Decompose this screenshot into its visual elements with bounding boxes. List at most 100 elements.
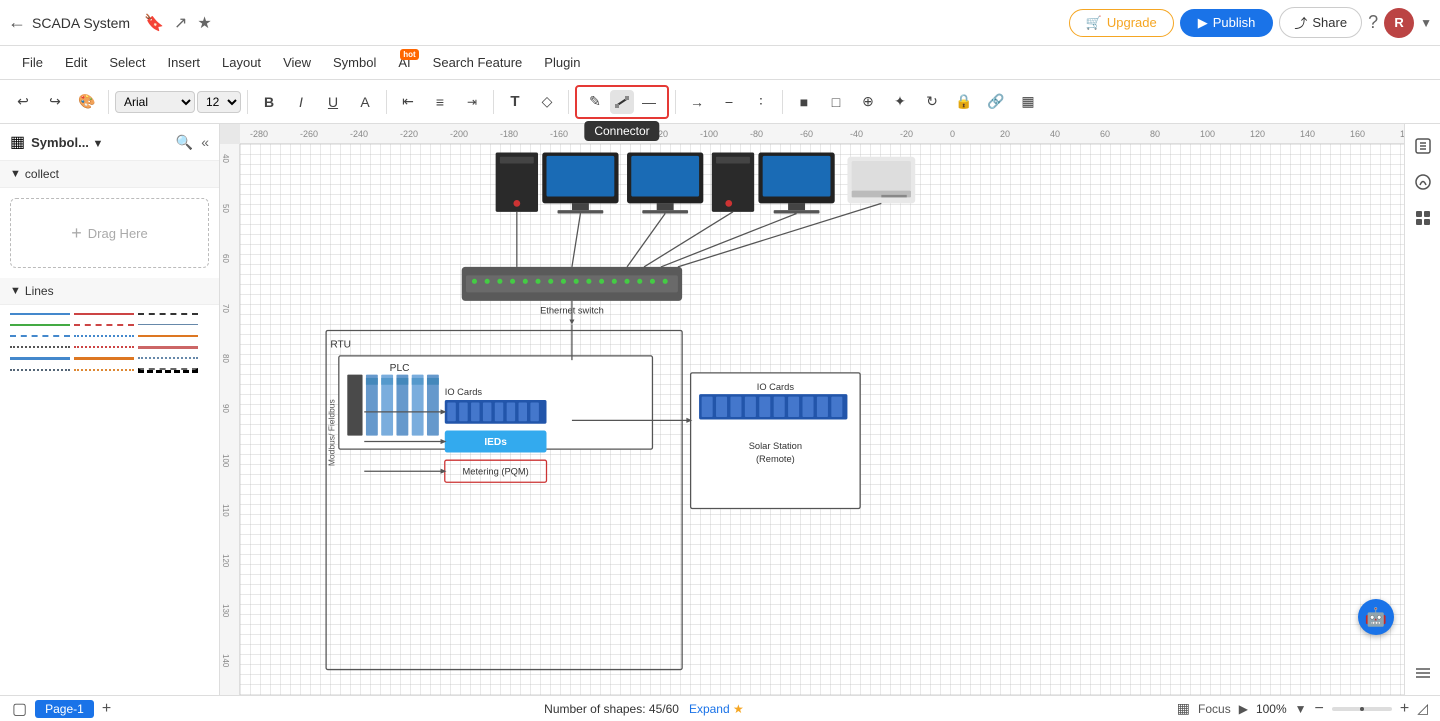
connection-points-button[interactable]: ⊕	[853, 87, 883, 117]
zoom-level[interactable]: 100%	[1256, 702, 1287, 716]
line-solid-orange[interactable]	[138, 335, 198, 338]
table-button[interactable]: ▦	[1013, 87, 1043, 117]
style-button[interactable]	[1409, 168, 1437, 196]
text-button[interactable]: T	[500, 87, 530, 117]
menu-file[interactable]: File	[12, 51, 53, 74]
zoom-dropdown-icon[interactable]: ▼	[1295, 702, 1307, 716]
shape-lib-button[interactable]: ■	[789, 87, 819, 117]
drag-here-area[interactable]: + Drag Here	[10, 198, 209, 268]
font-size-select[interactable]: 12	[197, 91, 241, 113]
fullscreen-button[interactable]: ◿	[1417, 700, 1428, 717]
line-dot-red[interactable]	[74, 346, 134, 349]
back-button[interactable]: ←	[8, 12, 26, 33]
add-page-button[interactable]: +	[102, 700, 111, 718]
line-solid-green[interactable]	[10, 324, 70, 327]
svg-text:RTU: RTU	[330, 339, 351, 350]
panel-search-icon[interactable]: 🔍	[176, 134, 193, 151]
svg-text:Modbus/ Fieldbus: Modbus/ Fieldbus	[327, 399, 337, 466]
help-button[interactable]: ?	[1368, 12, 1378, 33]
focus-button[interactable]: Focus	[1198, 702, 1231, 716]
collect-section-header[interactable]: ▼ collect	[0, 161, 219, 188]
menu-edit[interactable]: Edit	[55, 51, 97, 74]
settings-button[interactable]	[1409, 659, 1437, 687]
menu-search-feature[interactable]: Search Feature	[423, 51, 533, 74]
bookmark-icon[interactable]: 🔖	[144, 13, 164, 33]
menu-select[interactable]: Select	[99, 51, 155, 74]
star-icon[interactable]: ★	[197, 13, 211, 33]
toolbar: ↩ ↪ 🎨 Arial 12 B I U A ⇤ ≡ ⇥ T ◇ ✎ — Con…	[0, 80, 1440, 124]
line-dash-red[interactable]	[74, 324, 134, 327]
line-dot-dark-long[interactable]	[138, 357, 198, 360]
lines-section-header[interactable]: ▼ Lines	[0, 278, 219, 305]
snap-button[interactable]: ✦	[885, 87, 915, 117]
paint-format-button[interactable]: 🎨	[72, 87, 102, 117]
align-center-button[interactable]: ≡	[425, 87, 455, 117]
italic-button[interactable]: I	[286, 87, 316, 117]
redo-button[interactable]: ↪	[40, 87, 70, 117]
layers-icon[interactable]: ▦	[1177, 700, 1190, 717]
line-wave-blue[interactable]	[10, 357, 70, 360]
collect-section-label: collect	[25, 167, 59, 181]
avatar[interactable]: R	[1384, 8, 1414, 38]
line-wave-orange[interactable]	[74, 357, 134, 360]
line-long-dash[interactable]	[138, 368, 198, 373]
font-color-button[interactable]: A	[350, 87, 380, 117]
line-dot-orange[interactable]	[74, 369, 134, 372]
menu-layout[interactable]: Layout	[212, 51, 271, 74]
shape-button[interactable]: ◇	[532, 87, 562, 117]
connector-tooltip-area: ✎ — Connector	[575, 85, 669, 119]
line-wave-red[interactable]	[138, 346, 198, 349]
ai-chat-button[interactable]: 🤖	[1358, 599, 1394, 635]
canvas[interactable]: Ethernet switch RTU	[240, 144, 1404, 695]
line-dot-blue[interactable]	[74, 335, 134, 338]
lines-toggle-icon: ▼	[10, 285, 21, 297]
shape-outline-button[interactable]: □	[821, 87, 851, 117]
share-icon[interactable]: ↗	[174, 13, 187, 33]
arrow-style-button[interactable]: →	[682, 87, 712, 117]
line-dashed-dark[interactable]	[138, 313, 198, 316]
zoom-in-button[interactable]: +	[1400, 700, 1409, 718]
upgrade-button[interactable]: 🛒 Upgrade	[1069, 9, 1174, 37]
page-tab[interactable]: Page-1	[35, 700, 94, 718]
rotate-button[interactable]: ↻	[917, 87, 947, 117]
publish-icon: ▶	[1198, 15, 1208, 31]
share-button[interactable]: ⤴ Share	[1279, 7, 1362, 38]
line-dot-dark2[interactable]	[10, 369, 70, 372]
menu-ai[interactable]: AI hot	[388, 51, 420, 74]
menu-view[interactable]: View	[273, 51, 321, 74]
line-solid-red[interactable]	[74, 313, 134, 316]
line-solid-thin[interactable]	[138, 324, 198, 327]
align-left-button[interactable]: ⇤	[393, 87, 423, 117]
menu-plugin[interactable]: Plugin	[534, 51, 590, 74]
font-family-select[interactable]: Arial	[115, 91, 195, 113]
zoom-out-button[interactable]: −	[1315, 700, 1324, 718]
menu-insert[interactable]: Insert	[158, 51, 211, 74]
publish-button[interactable]: ▶ Publish	[1180, 9, 1274, 37]
underline-button[interactable]: U	[318, 87, 348, 117]
line-solid-blue[interactable]	[10, 313, 70, 316]
link-button[interactable]: 🔗	[981, 87, 1011, 117]
waypoint-button[interactable]: ∶	[746, 87, 776, 117]
dropdown-icon[interactable]: ▼	[1420, 16, 1432, 30]
lock-button[interactable]: 🔒	[949, 87, 979, 117]
panel-collapse-icon[interactable]: «	[201, 134, 209, 151]
panel-header: ▦ Symbol... ▼ 🔍 «	[0, 124, 219, 161]
properties-button[interactable]	[1409, 132, 1437, 160]
expand-button[interactable]: Expand	[689, 702, 730, 716]
pen-tool-button[interactable]: ✎	[583, 90, 607, 114]
line-row-5	[10, 357, 209, 360]
undo-button[interactable]: ↩	[8, 87, 38, 117]
align-right-button[interactable]: ⇥	[457, 87, 487, 117]
page-view-icon[interactable]: ▢	[12, 699, 27, 719]
panel-title-dropdown[interactable]: ▼	[93, 138, 104, 150]
line-button[interactable]: —	[637, 90, 661, 114]
zoom-bar	[1332, 707, 1392, 711]
line-dash-blue[interactable]	[10, 335, 70, 338]
connector-button[interactable]	[610, 90, 634, 114]
bold-button[interactable]: B	[254, 87, 284, 117]
line-dotted-dark[interactable]	[10, 346, 70, 349]
canvas-container[interactable]: -280 -260 -240 -220 -200 -180 -160 -140 …	[220, 124, 1404, 695]
line-style-button[interactable]: ⎯	[714, 87, 744, 117]
menu-symbol[interactable]: Symbol	[323, 51, 386, 74]
grid-view-button[interactable]	[1409, 204, 1437, 232]
